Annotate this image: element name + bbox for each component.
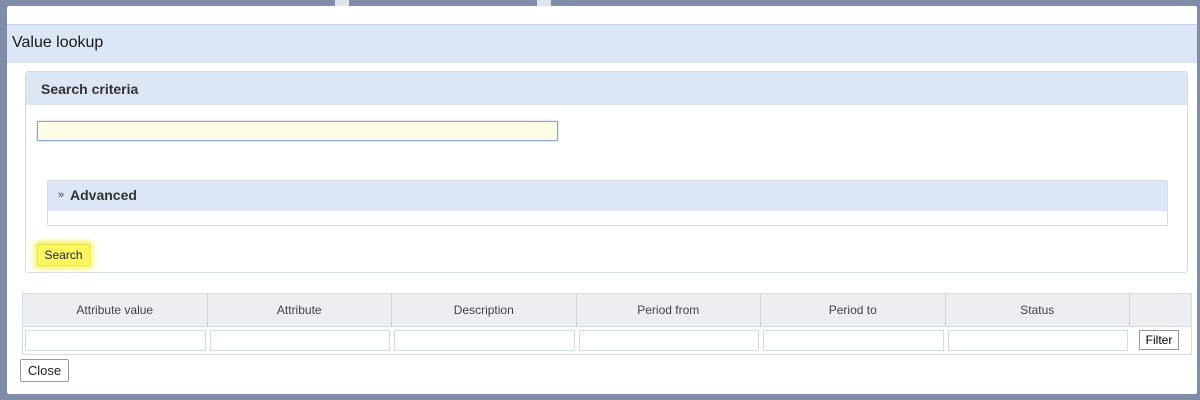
filter-cell — [946, 327, 1131, 354]
column-header-description[interactable]: Description — [392, 294, 577, 326]
filter-attribute-input[interactable] — [209, 330, 390, 351]
column-header-status[interactable]: Status — [946, 294, 1130, 326]
filter-attribute-value-input[interactable] — [25, 330, 206, 351]
filter-period-from-input[interactable] — [578, 330, 759, 351]
filter-description-input[interactable] — [394, 330, 575, 351]
filter-cell — [208, 327, 393, 354]
dialog-title: Value lookup — [12, 34, 104, 51]
search-input[interactable] — [37, 121, 558, 141]
filter-cell — [23, 327, 208, 354]
results-grid: Attribute value Attribute Description Pe… — [22, 293, 1192, 355]
advanced-toggle[interactable]: » Advanced — [48, 181, 1167, 211]
column-header-actions — [1130, 294, 1191, 326]
value-lookup-dialog: ✕ Value lookup Search criteria » Advance… — [7, 6, 1197, 394]
filter-period-to-input[interactable] — [763, 330, 944, 351]
filter-cell — [392, 327, 577, 354]
double-chevron-down-icon: » — [58, 189, 65, 201]
filter-cell — [761, 327, 946, 354]
filter-button[interactable]: Filter — [1139, 330, 1179, 350]
column-header-attribute-value[interactable]: Attribute value — [23, 294, 208, 326]
dialog-header: Value lookup — [7, 24, 1197, 63]
search-criteria-panel: Search criteria » Advanced Search — [25, 71, 1188, 273]
search-button[interactable]: Search — [37, 244, 90, 266]
close-button[interactable]: Close — [20, 359, 69, 382]
close-icon[interactable]: ✕ — [1177, 6, 1195, 24]
results-header-row: Attribute value Attribute Description Pe… — [23, 294, 1191, 327]
advanced-label: Advanced — [70, 187, 137, 203]
filter-cell — [577, 327, 762, 354]
column-header-attribute[interactable]: Attribute — [208, 294, 392, 326]
advanced-section: » Advanced — [47, 180, 1168, 226]
search-criteria-title: Search criteria — [41, 81, 139, 97]
column-header-period-to[interactable]: Period to — [761, 294, 946, 326]
filter-status-input[interactable] — [947, 330, 1128, 351]
filter-cell: Filter — [1130, 327, 1191, 354]
column-header-period-from[interactable]: Period from — [577, 294, 761, 326]
filter-row: Filter — [23, 327, 1191, 354]
search-criteria-header: Search criteria — [26, 72, 1187, 105]
